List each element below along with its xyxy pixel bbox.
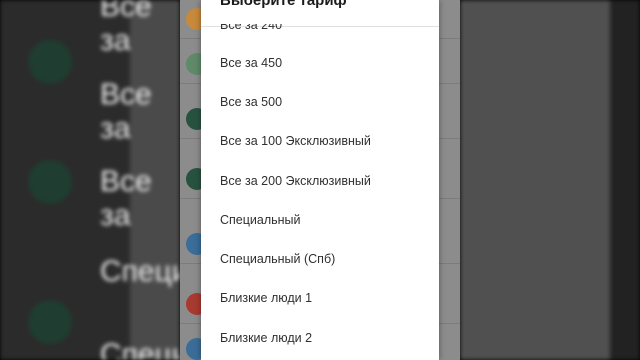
tariff-option[interactable]: Все за 200 Эксклюзивный: [220, 174, 371, 188]
tariff-option[interactable]: Все за 500: [220, 95, 282, 109]
dialog-title: Выберите тариф: [220, 0, 347, 9]
tariff-option[interactable]: Все за 240: [220, 24, 282, 32]
phone-screen: Выберите тариф Все за 240 Все за 450 Все…: [180, 0, 460, 360]
background-row: Все за: [100, 78, 152, 145]
background-row: Все за: [100, 0, 152, 57]
tariff-picker-dialog: Выберите тариф Все за 240 Все за 450 Все…: [201, 0, 439, 360]
tariff-option[interactable]: Близкие люди 1: [220, 291, 312, 305]
tariff-option[interactable]: Специальный (Спб): [220, 252, 335, 266]
background-icon: [28, 300, 72, 344]
background-row: Все за: [100, 165, 152, 232]
background-icon: [28, 40, 72, 84]
tariff-option[interactable]: Близкие люди 2: [220, 331, 312, 345]
background-right: [460, 0, 640, 360]
background-left: Все за Все за Все за Специ Специ: [0, 0, 180, 360]
tariff-option[interactable]: Все за 450: [220, 56, 282, 70]
background-row: Специ: [100, 338, 180, 360]
background-row: Специ: [100, 255, 180, 288]
background-icon: [28, 160, 72, 204]
tariff-option[interactable]: Специальный: [220, 213, 301, 227]
background-stripe: [460, 0, 610, 360]
tariff-option[interactable]: Все за 100 Эксклюзивный: [220, 134, 371, 148]
